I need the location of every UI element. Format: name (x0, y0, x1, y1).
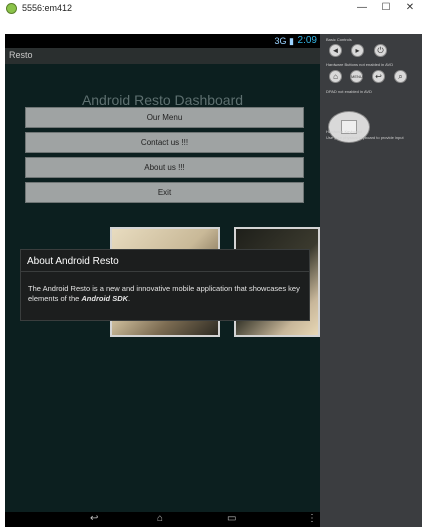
dialog-divider (21, 271, 309, 272)
action-bar: Resto (5, 48, 320, 64)
status-bar: 3G ▮ 2:09 (5, 34, 320, 48)
recents-icon[interactable]: ▭ (227, 513, 236, 524)
dialog-emphasis: Android SDK (81, 294, 129, 303)
about-dialog[interactable]: About Android Resto The Android Resto is… (20, 249, 310, 321)
about-us-button[interactable]: About us !!! (25, 157, 304, 178)
hardware-keyboard-label: Hardware Keyboard (326, 129, 362, 134)
home-icon[interactable]: ⌂ (157, 513, 163, 524)
nav-bar: ↩ ⌂ ▭ ⋮ (5, 512, 320, 527)
status-icons: 3G ▮ (274, 36, 294, 46)
maximize-button[interactable]: ☐ (374, 1, 398, 15)
dialog-body: The Android Resto is a new and innovativ… (28, 284, 300, 303)
window-title-bar: 5556:em412 — ☐ ✕ (0, 0, 422, 18)
emulator-frame: 3G ▮ 2:09 Resto Android Resto Dashboard … (0, 17, 422, 527)
dashboard-title: Android Resto Dashboard (81, 92, 244, 108)
minimize-button[interactable]: — (350, 1, 374, 15)
dialog-title: About Android Resto (27, 256, 119, 267)
exit-button[interactable]: Exit (25, 182, 304, 203)
status-time: 2:09 (297, 35, 317, 46)
contact-us-button[interactable]: Contact us !!! (25, 132, 304, 153)
volume-up-icon[interactable]: ▸ (351, 44, 364, 57)
hardware-search-icon[interactable]: ⌕ (394, 70, 407, 83)
device-screen: 3G ▮ 2:09 Resto Android Resto Dashboard … (5, 34, 320, 527)
volume-down-icon[interactable]: ◄ (329, 44, 342, 57)
close-button[interactable]: ✕ (398, 1, 422, 15)
our-menu-button[interactable]: Our Menu (25, 107, 304, 128)
app-icon (6, 3, 17, 14)
hardware-keyboard-hint: Use your physical keyboard to provide in… (326, 135, 404, 140)
window-title: 5556:em412 (22, 3, 73, 13)
back-icon[interactable]: ↩ (90, 513, 98, 524)
hardware-back-icon[interactable]: ↩ (372, 70, 385, 83)
action-bar-title: Resto (9, 50, 33, 60)
hardware-menu-button[interactable]: MENU (350, 70, 363, 83)
basic-controls-label: Basic Controls (326, 37, 352, 42)
hardware-buttons-label: Hardware Buttons not enabled in AVD (326, 62, 394, 67)
emulator-controls: Basic Controls ◄ ▸ ⏻ Hardware Buttons no… (320, 34, 422, 527)
power-icon[interactable]: ⏻ (374, 44, 387, 57)
dpad-label: DPAD not enabled in AVD (326, 89, 372, 94)
hardware-home-icon[interactable]: ⌂ (329, 70, 342, 83)
menu-icon[interactable]: ⋮ (307, 513, 317, 524)
